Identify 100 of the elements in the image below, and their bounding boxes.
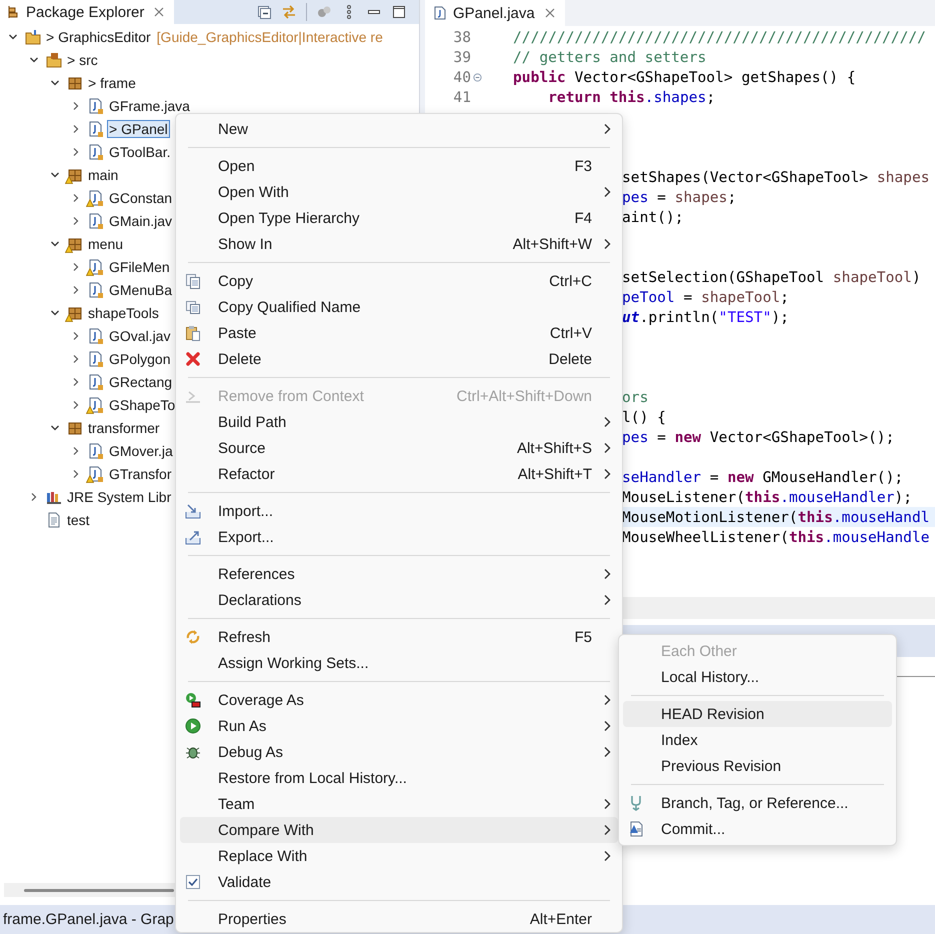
chevron-right-icon[interactable] — [71, 376, 81, 386]
branch-icon — [628, 795, 644, 811]
code-line: setSelection(GShapeTool shapeTool) — [622, 268, 921, 286]
tree-item[interactable]: GShapeTo — [107, 396, 178, 414]
popup-entry[interactable]: Copy Ctrl+C — [180, 268, 618, 294]
popup-entry[interactable]: Export... — [180, 524, 618, 550]
popup-entry[interactable]: Open Type Hierarchy F4 — [180, 205, 618, 231]
popup-entry[interactable]: Replace With — [180, 843, 618, 869]
chevron-right-icon[interactable] — [71, 216, 81, 226]
tree-item[interactable]: GToolBar. — [107, 142, 172, 160]
scrollbar-thumb[interactable] — [24, 888, 174, 892]
tree-item[interactable]: GMenuBa — [107, 280, 174, 298]
close-icon[interactable] — [154, 7, 164, 17]
popup-entry[interactable]: Run As — [180, 713, 618, 739]
package-icon — [67, 236, 83, 252]
chevron-down-icon[interactable] — [50, 170, 60, 180]
popup-entry[interactable]: Previous Revision — [623, 753, 892, 779]
package-icon — [67, 166, 83, 182]
chevron-right-icon[interactable] — [71, 446, 81, 456]
popup-entry[interactable]: Properties Alt+Enter — [180, 906, 618, 932]
popup-entry[interactable]: Source Alt+Shift+S — [180, 435, 618, 461]
popup-entry[interactable]: Commit... — [623, 816, 892, 842]
code-line: pes = shapes; — [622, 188, 736, 206]
java-file-icon — [88, 282, 104, 298]
code-line: aint(); — [622, 208, 684, 226]
popup-entry[interactable]: Build Path — [180, 409, 618, 435]
view-tab[interactable]: Package Explorer — [0, 0, 174, 24]
close-icon[interactable] — [544, 8, 555, 18]
chevron-down-icon[interactable] — [50, 238, 60, 248]
popup-entry[interactable]: New — [180, 116, 618, 142]
tree-item[interactable]: > GraphicsEditor — [44, 28, 153, 46]
popup-entry[interactable]: Declarations — [180, 587, 618, 613]
tree-item[interactable]: GFileMen — [107, 258, 172, 276]
tree-item[interactable]: main — [86, 166, 120, 184]
tree-item[interactable]: GFrame.java — [107, 96, 192, 114]
chevron-right-icon[interactable] — [71, 262, 81, 272]
maximize-icon[interactable] — [391, 4, 407, 20]
line-number: 39 — [452, 48, 471, 66]
popup-entry[interactable]: Restore from Local History... — [180, 765, 618, 791]
tree-item[interactable]: GTransfor — [107, 464, 174, 482]
chevron-right-icon[interactable] — [71, 146, 81, 156]
chevron-right-icon[interactable] — [29, 492, 39, 502]
popup-entry[interactable]: Paste Ctrl+V — [180, 320, 618, 346]
popup-entry[interactable]: Refresh F5 — [180, 624, 618, 650]
tree-item[interactable]: GOval.jav — [107, 326, 172, 344]
line-number: 40 — [452, 68, 471, 86]
popup-entry[interactable]: Debug As — [180, 739, 618, 765]
popup-entry[interactable]: HEAD Revision — [623, 701, 892, 727]
import-icon — [185, 503, 201, 519]
tree-item[interactable]: transformer — [86, 418, 162, 436]
popup-entry[interactable]: Compare With — [180, 817, 618, 843]
tree-item[interactable]: > GPanel — [107, 120, 170, 138]
popup-entry[interactable]: Show In Alt+Shift+W — [180, 231, 618, 257]
chevron-down-icon[interactable] — [50, 78, 60, 88]
package-icon — [67, 74, 83, 90]
popup-entry[interactable]: Refactor Alt+Shift+T — [180, 461, 618, 487]
chevron-down-icon[interactable] — [50, 308, 60, 318]
tree-item[interactable]: GMover.ja — [107, 442, 175, 460]
popup-entry[interactable]: Team — [180, 791, 618, 817]
popup-entry[interactable]: Index — [623, 727, 892, 753]
tree-item[interactable]: GRectang — [107, 372, 174, 390]
chevron-down-icon[interactable] — [8, 32, 18, 42]
chevron-down-icon[interactable] — [50, 422, 60, 432]
tree-item[interactable]: JRE System Libr — [65, 488, 174, 506]
chevron-down-icon[interactable] — [29, 54, 39, 64]
tree-item[interactable]: GPolygon — [107, 350, 172, 368]
chevron-right-icon[interactable] — [71, 400, 81, 410]
tree-item[interactable]: menu — [86, 234, 126, 252]
tree-item[interactable]: GMain.jav — [107, 212, 174, 230]
chevron-right-icon[interactable] — [71, 468, 81, 478]
chevron-right-icon[interactable] — [71, 124, 81, 134]
editor-tab[interactable]: GPanel.java — [425, 0, 565, 26]
chevron-right-icon[interactable] — [71, 284, 81, 294]
collapse-icon[interactable] — [472, 72, 482, 82]
popup-entry[interactable]: Local History... — [623, 664, 892, 690]
chevron-right-icon[interactable] — [71, 192, 81, 202]
chevron-right-icon[interactable] — [71, 100, 81, 110]
tree-item[interactable]: > frame — [86, 74, 138, 92]
chevron-right-icon[interactable] — [71, 354, 81, 364]
tree-item[interactable]: test — [65, 510, 92, 528]
collapse-all-icon[interactable] — [256, 4, 272, 20]
popup-entry[interactable]: Coverage As — [180, 687, 618, 713]
java-file-icon — [88, 212, 104, 228]
project-icon — [25, 28, 41, 44]
tree-item[interactable]: shapeTools — [86, 304, 161, 322]
popup-entry[interactable]: Copy Qualified Name — [180, 294, 618, 320]
code-line: l() { — [622, 408, 666, 426]
tree-item[interactable]: GConstan — [107, 188, 174, 206]
popup-entry[interactable]: Open With — [180, 179, 618, 205]
popup-entry[interactable]: Branch, Tag, or Reference... — [623, 790, 892, 816]
popup-entry[interactable]: Open F3 — [180, 153, 618, 179]
export-icon — [185, 529, 201, 545]
tree-item[interactable]: > src — [65, 50, 100, 68]
popup-entry[interactable]: Assign Working Sets... — [180, 650, 618, 676]
popup-entry[interactable]: Delete Delete — [180, 346, 618, 372]
code-line: MouseWheelListener(this.mouseHandle — [622, 528, 930, 546]
popup-entry[interactable]: References — [180, 561, 618, 587]
popup-entry[interactable]: Validate — [180, 869, 618, 895]
chevron-right-icon[interactable] — [71, 330, 81, 340]
popup-entry[interactable]: Import... — [180, 498, 618, 524]
